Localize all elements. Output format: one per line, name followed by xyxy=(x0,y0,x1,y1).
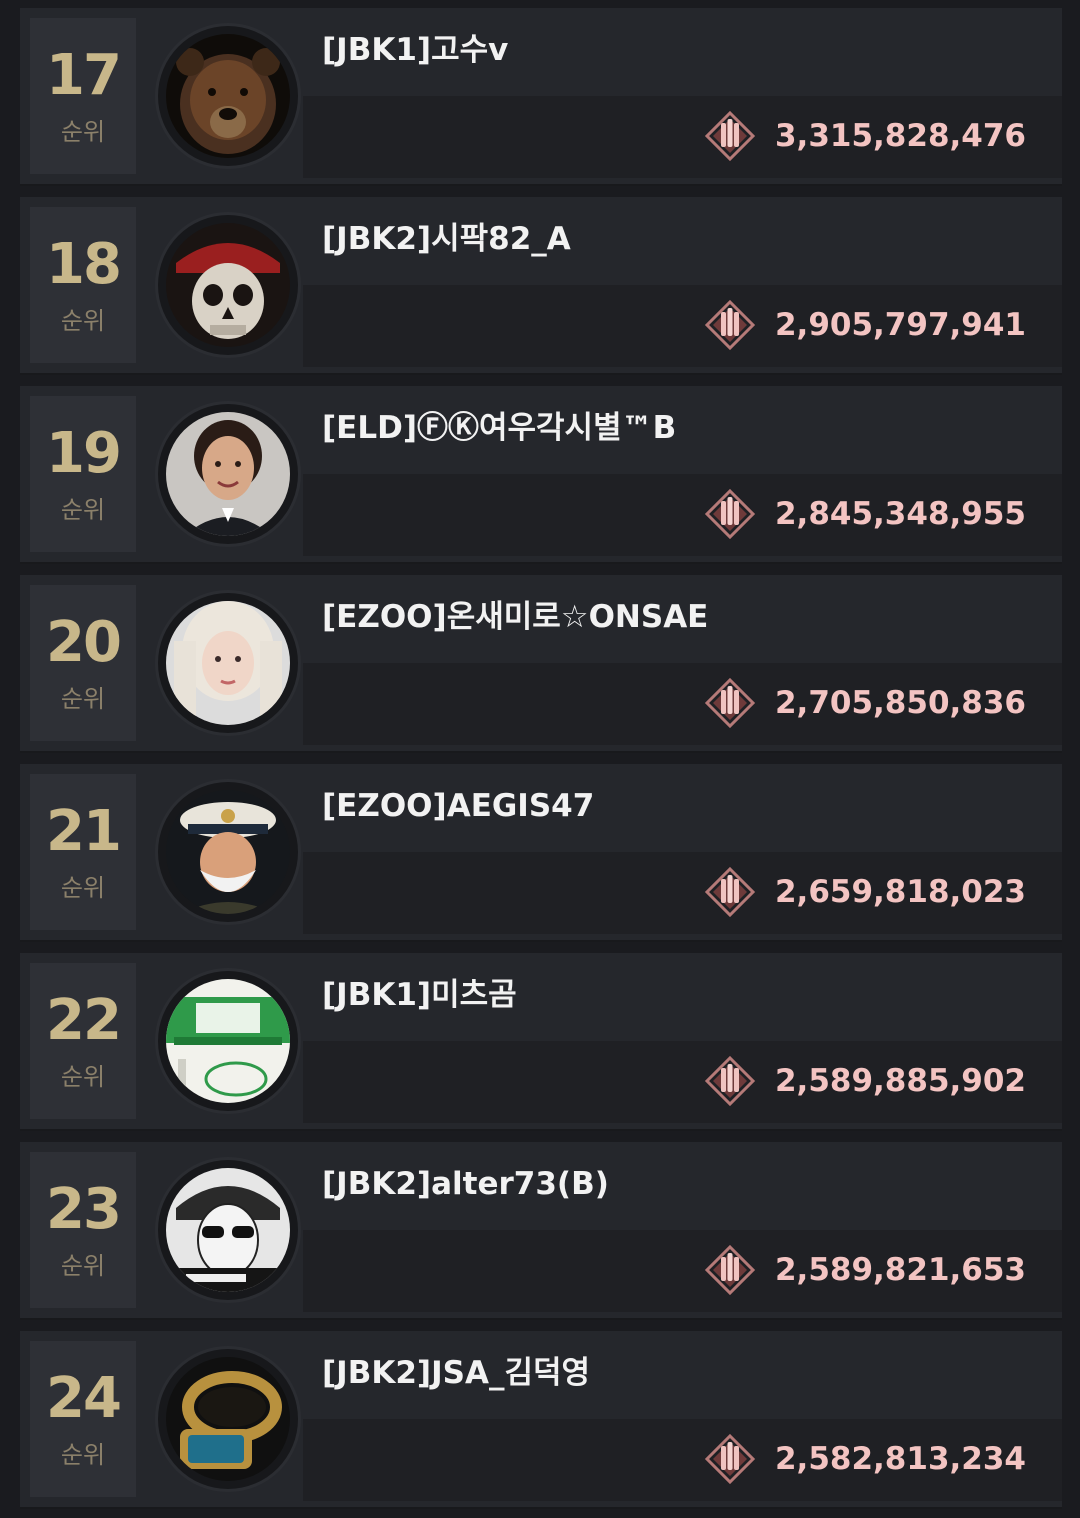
navy-captain-avatar-icon xyxy=(166,790,290,914)
rank-number: 17 xyxy=(46,43,122,108)
score-value: 2,582,813,234 xyxy=(774,1441,1026,1477)
ring-avatar-icon xyxy=(166,1357,290,1481)
leaderboard-list: 17 순위 [JBK1]고수v 3,315,828,476 18 순위 [JBK… xyxy=(0,0,1080,1518)
rank-number: 21 xyxy=(46,799,122,864)
player-name: [EZOO]온새미로☆ONSAE xyxy=(322,599,709,635)
rank-label: 순위 xyxy=(60,118,106,146)
leaderboard-row[interactable]: 19 순위 [ELD]ⒻⓀ여우각시별™B 2,845,348,955 xyxy=(20,386,1062,564)
player-name: [JBK2]시팍82_A xyxy=(322,221,571,257)
rank-box: 22 순위 xyxy=(30,963,136,1119)
bear-avatar-icon xyxy=(166,34,290,158)
rank-box: 23 순위 xyxy=(30,1152,136,1308)
rank-box: 24 순위 xyxy=(30,1341,136,1497)
rank-box: 20 순위 xyxy=(30,585,136,741)
rank-number: 18 xyxy=(46,232,122,297)
rank-box: 21 순위 xyxy=(30,774,136,930)
rank-label: 순위 xyxy=(60,874,106,902)
rank-label: 순위 xyxy=(60,1252,106,1280)
player-name: [ELD]ⒻⓀ여우각시별™B xyxy=(322,410,677,446)
rank-number: 23 xyxy=(46,1177,122,1242)
score: 2,589,885,902 xyxy=(703,1054,1026,1108)
player-name: [JBK2]alter73(B) xyxy=(322,1166,609,1202)
avatar-frame[interactable] xyxy=(158,26,298,166)
ammo-emblem-icon xyxy=(703,298,757,352)
sunglasses-soldier-avatar-icon xyxy=(166,1168,290,1292)
rank-box: 18 순위 xyxy=(30,207,136,363)
avatar-frame[interactable] xyxy=(158,1160,298,1300)
player-name: [JBK1]미츠곰 xyxy=(322,977,517,1013)
score: 3,315,828,476 xyxy=(703,109,1026,163)
avatar-frame[interactable] xyxy=(158,404,298,544)
score: 2,589,821,653 xyxy=(703,1243,1026,1297)
player-name: [EZOO]AEGIS47 xyxy=(322,788,595,824)
player-name: [JBK2]JSA_김덕영 xyxy=(322,1355,591,1391)
score-value: 2,659,818,023 xyxy=(774,874,1026,910)
score: 2,905,797,941 xyxy=(703,298,1026,352)
blonde-woman-avatar-icon xyxy=(166,601,290,725)
avatar-frame[interactable] xyxy=(158,1349,298,1489)
ammo-emblem-icon xyxy=(703,109,757,163)
leaderboard-row[interactable]: 23 순위 [JBK2]alter73(B) 2,589,821,653 xyxy=(20,1142,1062,1320)
woman-officer-avatar-icon xyxy=(166,412,290,536)
pirate-skull-avatar-icon xyxy=(166,223,290,347)
ammo-emblem-icon xyxy=(703,865,757,919)
score: 2,659,818,023 xyxy=(703,865,1026,919)
score: 2,582,813,234 xyxy=(703,1432,1026,1486)
score-value: 3,315,828,476 xyxy=(774,118,1026,154)
ammo-emblem-icon xyxy=(703,1432,757,1486)
rank-label: 순위 xyxy=(60,307,106,335)
player-name: [JBK1]고수v xyxy=(322,32,509,68)
leaderboard-row[interactable]: 22 순위 [JBK1]미츠곰 2,589,885,902 xyxy=(20,953,1062,1131)
rank-label: 순위 xyxy=(60,685,106,713)
ammo-emblem-icon xyxy=(703,1054,757,1108)
rank-number: 20 xyxy=(46,610,122,675)
leaderboard-row[interactable]: 20 순위 [EZOO]온새미로☆ONSAE 2,705,850,836 xyxy=(20,575,1062,753)
rank-label: 순위 xyxy=(60,1441,106,1469)
leaderboard-row[interactable]: 18 순위 [JBK2]시팍82_A 2,905,797,941 xyxy=(20,197,1062,375)
rank-box: 19 순위 xyxy=(30,396,136,552)
score: 2,845,348,955 xyxy=(703,487,1026,541)
avatar-frame[interactable] xyxy=(158,593,298,733)
score-value: 2,905,797,941 xyxy=(774,307,1026,343)
rank-box: 17 순위 xyxy=(30,18,136,174)
rank-number: 24 xyxy=(46,1366,122,1431)
score-value: 2,705,850,836 xyxy=(774,685,1026,721)
score-value: 2,589,885,902 xyxy=(774,1063,1026,1099)
rank-number: 22 xyxy=(46,988,122,1053)
leaderboard-row[interactable]: 21 순위 [EZOO]AEGIS47 2,659,818,023 xyxy=(20,764,1062,942)
score: 2,705,850,836 xyxy=(703,676,1026,730)
rank-number: 19 xyxy=(46,421,122,486)
leaderboard-row[interactable]: 24 순위 [JBK2]JSA_김덕영 2,582,813,234 xyxy=(20,1331,1062,1509)
ammo-emblem-icon xyxy=(703,676,757,730)
avatar-frame[interactable] xyxy=(158,782,298,922)
score-value: 2,589,821,653 xyxy=(774,1252,1026,1288)
flour-bag-avatar-icon xyxy=(166,979,290,1103)
score-value: 2,845,348,955 xyxy=(774,496,1026,532)
ammo-emblem-icon xyxy=(703,487,757,541)
ammo-emblem-icon xyxy=(703,1243,757,1297)
rank-label: 순위 xyxy=(60,1063,106,1091)
leaderboard-row[interactable]: 17 순위 [JBK1]고수v 3,315,828,476 xyxy=(20,8,1062,186)
avatar-frame[interactable] xyxy=(158,971,298,1111)
rank-label: 순위 xyxy=(60,496,106,524)
avatar-frame[interactable] xyxy=(158,215,298,355)
